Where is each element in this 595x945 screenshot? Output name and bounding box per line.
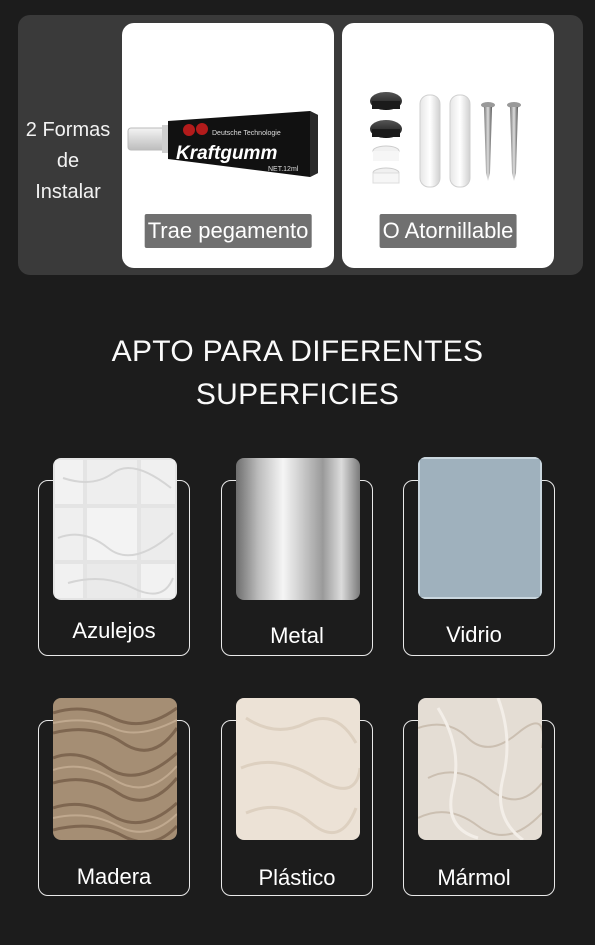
surface-label: Azulejos (72, 618, 156, 643)
no-symbol-icon (196, 123, 208, 135)
install-methods-label: 2 Formas de Instalar (20, 115, 116, 208)
tube-net-text: NET.12ml (268, 166, 299, 173)
surface-label: Mármol (437, 865, 511, 890)
metal-swatch (236, 458, 360, 600)
screw-caption: O Atornillable (379, 214, 517, 248)
tile-swatch (53, 458, 177, 600)
glue-caption: Trae pegamento (144, 214, 312, 248)
section-title: APTO PARA DIFERENTES SUPERFICIES (0, 330, 595, 416)
marble-swatch (418, 698, 542, 840)
install-label-line: Instalar (35, 181, 101, 203)
screw-option-card: O Atornillable (342, 23, 554, 268)
installation-panel: 2 Formas de Instalar Deutsche Technologi… (18, 15, 583, 275)
tube-brand-text: Kraftgumm (176, 143, 277, 164)
glue-option-card: Deutsche Technologie Kraftgumm NET.12ml … (122, 23, 334, 268)
wood-swatch (53, 698, 177, 840)
surface-label: Metal (270, 623, 324, 648)
section-title-line: APTO PARA DIFERENTES (111, 335, 484, 368)
section-title-line: SUPERFICIES (195, 378, 400, 411)
surface-label: Plástico (258, 865, 336, 890)
install-label-line: 2 Formas (25, 119, 111, 141)
plastic-swatch (236, 698, 360, 840)
surface-label: Madera (76, 864, 152, 889)
glass-swatch (418, 457, 542, 599)
surface-label: Vidrio (446, 622, 502, 647)
install-label-line: de (56, 150, 80, 172)
no-symbol-icon (183, 124, 195, 136)
tube-maker-text: Deutsche Technologie (212, 130, 281, 137)
